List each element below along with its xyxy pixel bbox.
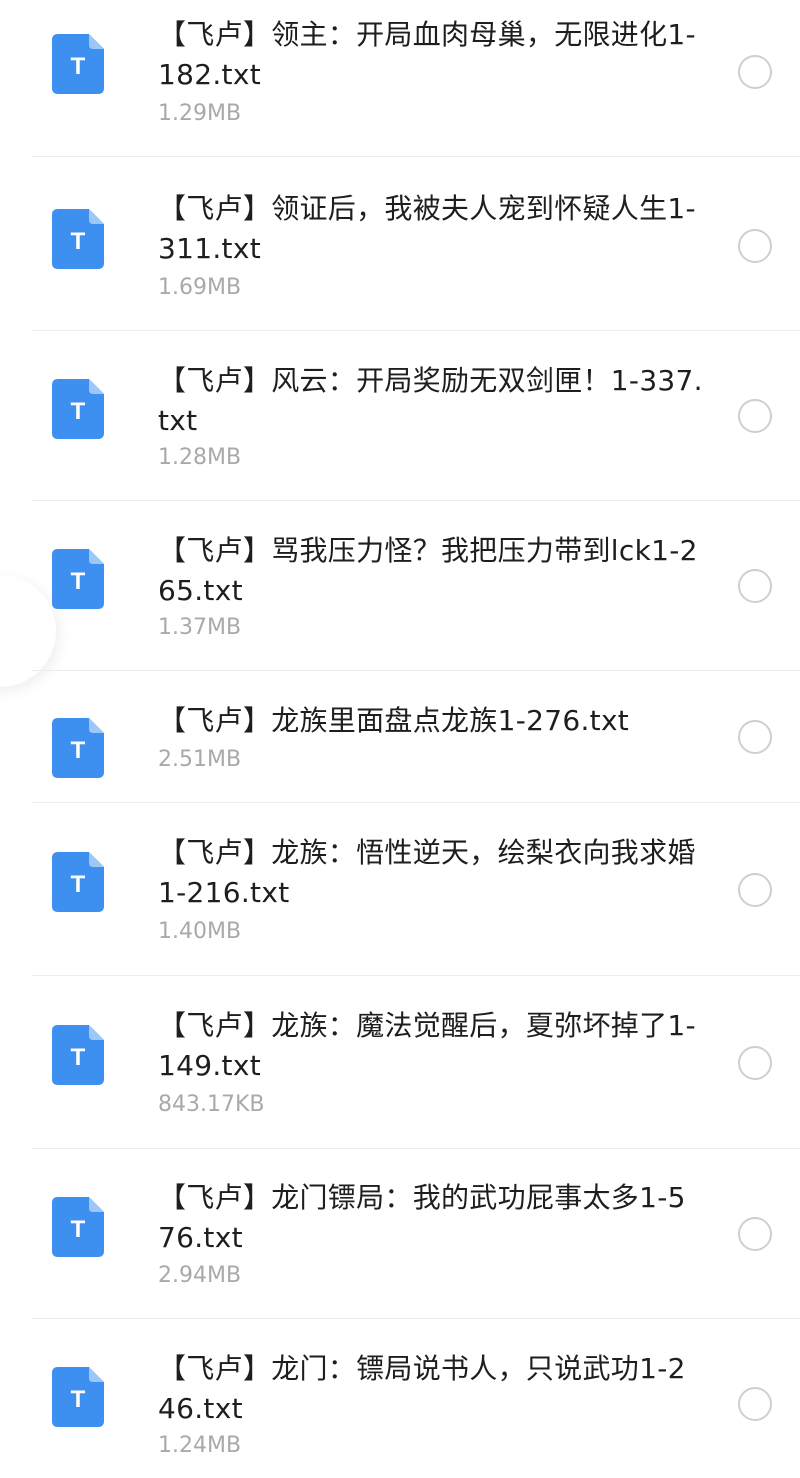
select-radio[interactable]: [738, 873, 772, 907]
file-size: 1.40MB: [158, 919, 242, 944]
file-size: 1.37MB: [158, 615, 242, 640]
file-name: 【飞卢】骂我压力怪？我把压力带到lck1-265.txt: [158, 534, 698, 607]
file-name: 【飞卢】领主：开局血肉母巢，无限进化1-182.txt: [158, 18, 696, 91]
svg-text:T: T: [71, 53, 86, 80]
txt-file-icon: T: [52, 209, 104, 269]
txt-file-icon: T: [52, 852, 104, 912]
file-row[interactable]: T 【飞卢】骂我压力怪？我把压力带到lck1-265.txt 1.37MB: [0, 501, 800, 671]
select-radio[interactable]: [738, 1046, 772, 1080]
select-radio[interactable]: [738, 569, 772, 603]
select-radio[interactable]: [738, 1387, 772, 1421]
txt-file-icon: T: [52, 1197, 104, 1257]
file-name: 【飞卢】龙门镖局：我的武功屁事太多1-576.txt: [158, 1181, 686, 1254]
select-radio[interactable]: [738, 55, 772, 89]
file-row[interactable]: T 【飞卢】龙族里面盘点龙族1-276.txt 2.51MB: [0, 671, 800, 803]
svg-text:T: T: [71, 1044, 86, 1071]
txt-file-icon: T: [52, 34, 104, 94]
txt-file-icon: T: [52, 379, 104, 439]
svg-text:T: T: [71, 871, 86, 898]
svg-text:T: T: [71, 1386, 86, 1413]
file-size: 843.17KB: [158, 1092, 265, 1117]
txt-file-icon: T: [52, 1025, 104, 1085]
file-size: 2.94MB: [158, 1263, 242, 1288]
select-radio[interactable]: [738, 720, 772, 754]
txt-file-icon: T: [52, 549, 104, 609]
file-name: 【飞卢】领证后，我被夫人宠到怀疑人生1-311.txt: [158, 192, 696, 265]
file-list: T 【飞卢】领主：开局血肉母巢，无限进化1-182.txt 1.29MB T 【…: [0, 0, 800, 1478]
file-name: 【飞卢】龙族里面盘点龙族1-276.txt: [158, 704, 630, 737]
file-name: 【飞卢】龙族：悟性逆天，绘梨衣向我求婚1-216.txt: [158, 836, 696, 909]
svg-text:T: T: [71, 568, 86, 595]
file-row[interactable]: T 【飞卢】领主：开局血肉母巢，无限进化1-182.txt 1.29MB: [0, 0, 800, 157]
txt-file-icon: T: [52, 1367, 104, 1427]
select-radio[interactable]: [738, 399, 772, 433]
txt-file-icon: T: [52, 718, 104, 778]
file-name: 【飞卢】龙门：镖局说书人，只说武功1-246.txt: [158, 1352, 686, 1425]
file-size: 1.29MB: [158, 101, 242, 126]
file-size: 1.69MB: [158, 275, 242, 300]
file-row[interactable]: T 【飞卢】风云：开局奖励无双剑匣！1-337.txt 1.28MB: [0, 331, 800, 501]
file-size: 1.24MB: [158, 1433, 242, 1458]
svg-text:T: T: [71, 737, 86, 764]
file-row[interactable]: T 【飞卢】龙门：镖局说书人，只说武功1-246.txt 1.24MB: [0, 1319, 800, 1478]
file-name: 【飞卢】风云：开局奖励无双剑匣！1-337.txt: [158, 364, 703, 437]
file-size: 1.28MB: [158, 445, 242, 470]
select-radio[interactable]: [738, 1217, 772, 1251]
file-name: 【飞卢】龙族：魔法觉醒后，夏弥坏掉了1-149.txt: [158, 1009, 696, 1082]
file-row[interactable]: T 【飞卢】龙族：魔法觉醒后，夏弥坏掉了1-149.txt 843.17KB: [0, 976, 800, 1149]
svg-text:T: T: [71, 398, 86, 425]
svg-text:T: T: [71, 228, 86, 255]
file-row[interactable]: T 【飞卢】龙门镖局：我的武功屁事太多1-576.txt 2.94MB: [0, 1149, 800, 1319]
select-radio[interactable]: [738, 229, 772, 263]
svg-text:T: T: [71, 1216, 86, 1243]
file-row[interactable]: T 【飞卢】龙族：悟性逆天，绘梨衣向我求婚1-216.txt 1.40MB: [0, 803, 800, 976]
file-row[interactable]: T 【飞卢】领证后，我被夫人宠到怀疑人生1-311.txt 1.69MB: [0, 157, 800, 331]
file-size: 2.51MB: [158, 747, 242, 772]
